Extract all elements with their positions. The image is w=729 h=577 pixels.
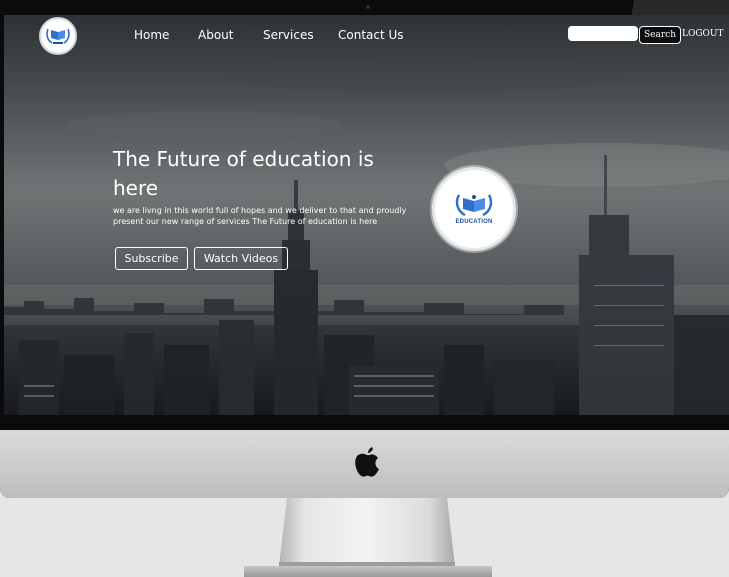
- camera-icon: [366, 5, 370, 9]
- nav-home[interactable]: Home: [134, 28, 169, 42]
- hero-description: we are livng in this world full of hopes…: [113, 206, 407, 226]
- monitor-bezel: Home About Services Contact Us Search LO…: [0, 0, 729, 498]
- nav-services[interactable]: Services: [263, 28, 314, 42]
- hero-title: The Future of education is here: [113, 147, 374, 200]
- logo-text: EDUCATION: [455, 219, 493, 225]
- website-screen: Home About Services Contact Us Search LO…: [4, 15, 729, 415]
- open-book-laurel-icon: [455, 194, 493, 217]
- nav-contact-us[interactable]: Contact Us: [338, 28, 404, 42]
- open-book-laurel-icon: [46, 28, 70, 44]
- search-input[interactable]: [568, 26, 638, 41]
- monitor-base: [244, 566, 492, 577]
- bezel-glare: [569, 0, 729, 16]
- watch-videos-button[interactable]: Watch Videos: [194, 247, 288, 270]
- monitor-stand: [279, 498, 455, 566]
- apple-logo-icon: [355, 447, 379, 477]
- education-logo-badge: EDUCATION: [432, 167, 516, 251]
- search-button[interactable]: Search: [639, 26, 681, 44]
- site-logo[interactable]: [39, 17, 77, 55]
- logout-link[interactable]: LOGOUT: [682, 29, 724, 39]
- nav-about[interactable]: About: [198, 28, 233, 42]
- subscribe-button[interactable]: Subscribe: [115, 247, 188, 270]
